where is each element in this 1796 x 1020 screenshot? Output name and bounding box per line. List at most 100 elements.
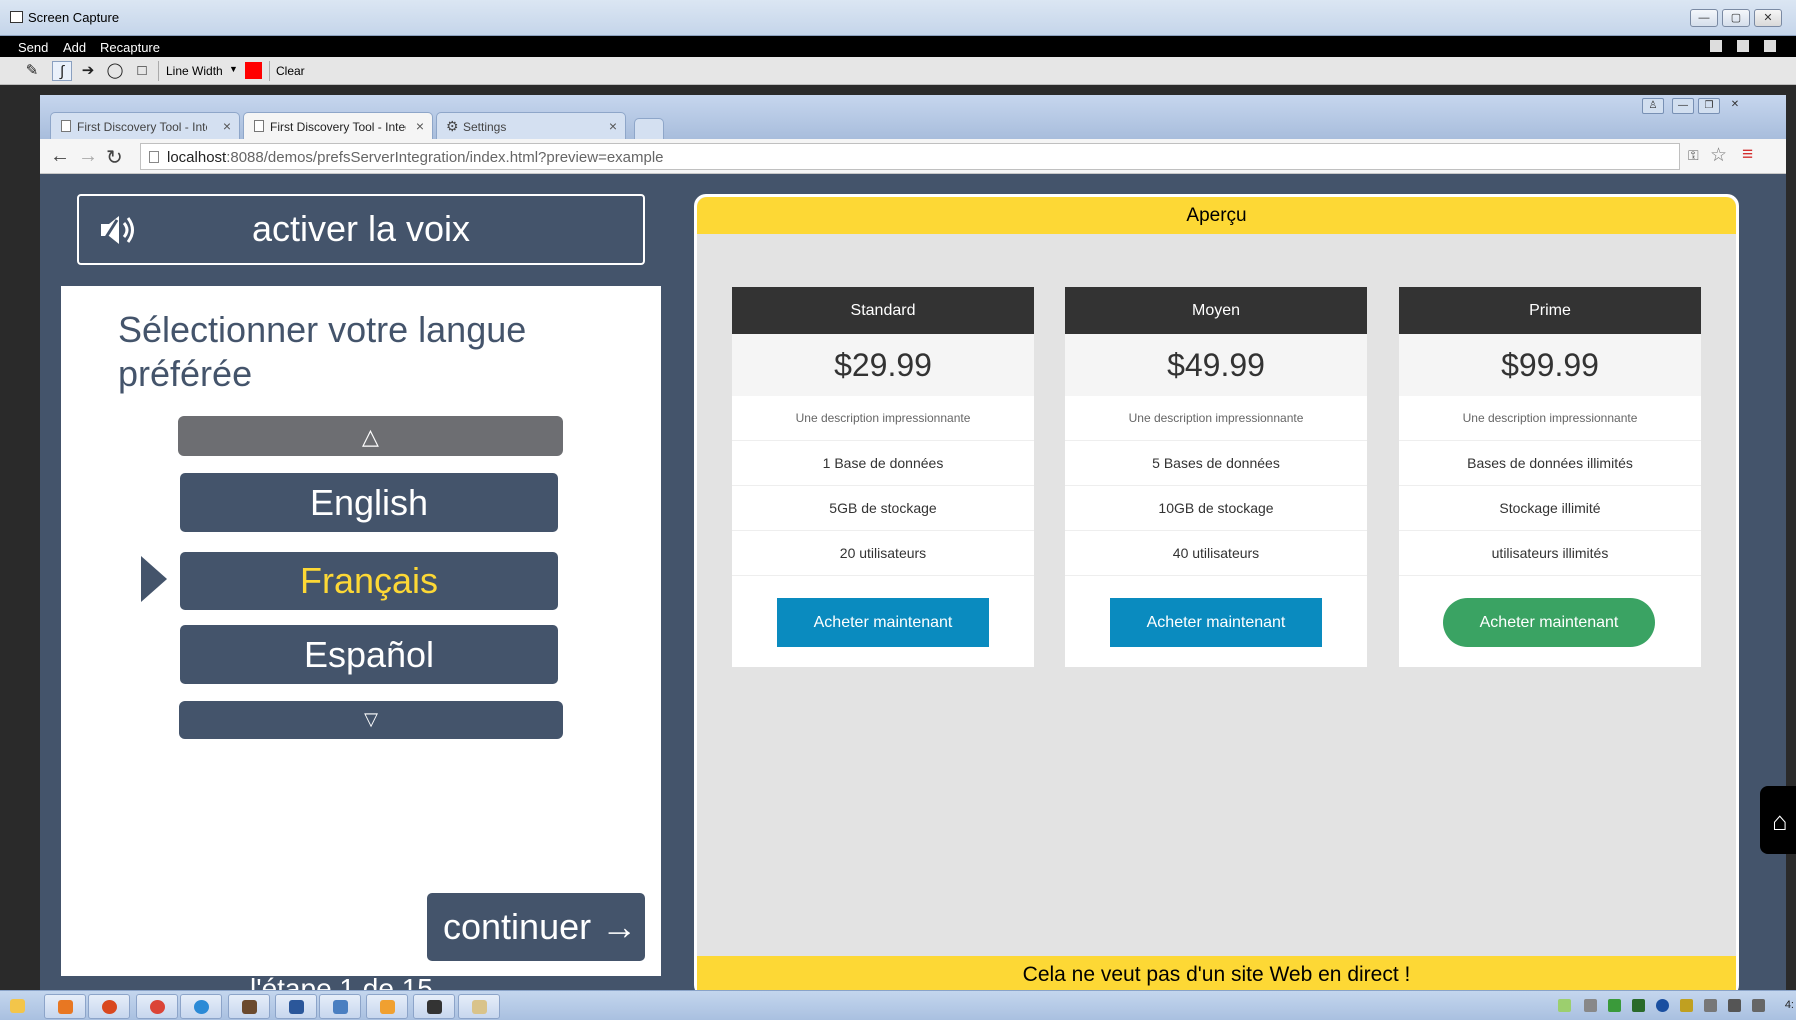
taskbar: 4: [0, 990, 1796, 1020]
tab-label: Settings [463, 120, 507, 134]
menu-send[interactable]: Send [18, 40, 48, 55]
page-icon [61, 120, 71, 132]
url-text: localhost:8088/demos/prefsServerIntegrat… [167, 149, 664, 166]
buy-button-prime[interactable]: Acheter maintenant [1443, 598, 1655, 647]
preview-disclaimer: Cela ne veut pas d'un site Web en direct… [1022, 963, 1411, 986]
home-icon: ⌂ [1772, 806, 1788, 836]
browser-close-button[interactable]: ✕ [1724, 98, 1746, 114]
tab-settings[interactable]: ⚙ Settings × [436, 112, 626, 139]
plan-feature: 40 utilisateurs [1065, 531, 1367, 576]
preview-footer: Cela ne veut pas d'un site Web en direct… [697, 956, 1736, 991]
tray-lock-icon[interactable] [1584, 999, 1597, 1012]
preview-title: Aperçu [1186, 205, 1247, 226]
voice-toggle-button[interactable]: activer la voix [77, 194, 645, 265]
language-option-francais[interactable]: Français [180, 552, 558, 610]
language-option-espanol[interactable]: Español [180, 625, 558, 684]
arrow-tool-icon[interactable]: ➔ [78, 61, 98, 81]
profile-icon[interactable]: ♙ [1642, 98, 1664, 114]
tray-icon[interactable] [1704, 999, 1717, 1012]
new-tab-button[interactable] [634, 118, 664, 139]
clock[interactable]: 4: [1785, 999, 1794, 1011]
ie-icon [194, 1000, 209, 1014]
volume-icon[interactable] [1752, 999, 1765, 1012]
taskbar-chrome[interactable] [136, 994, 178, 1019]
plan-feature: 10GB de stockage [1065, 486, 1367, 531]
chevron-down-icon[interactable]: ▼ [229, 64, 238, 74]
close-tab-icon[interactable]: × [609, 118, 617, 134]
taskbar-app-8[interactable] [366, 994, 408, 1019]
tray-icon[interactable] [1680, 999, 1693, 1012]
print-icon[interactable] [1764, 40, 1776, 52]
close-tab-icon[interactable]: × [223, 118, 231, 134]
media-player-icon [58, 1000, 73, 1014]
tray-icon[interactable] [1632, 999, 1645, 1012]
browser-restore-button[interactable]: ❐ [1698, 98, 1720, 114]
tab-first-discovery-2[interactable]: First Discovery Tool - Integ × [243, 112, 433, 139]
tray-icon[interactable] [1608, 999, 1621, 1012]
plan-description: Une description impressionnante [1065, 396, 1367, 441]
rectangle-tool-icon[interactable]: □ [132, 61, 152, 81]
url-path: :8088/demos/prefsServerIntegration/index… [226, 149, 664, 166]
taskbar-word[interactable] [275, 994, 317, 1019]
continue-text: continuer [443, 906, 592, 947]
maximize-button[interactable]: ▢ [1722, 9, 1750, 27]
back-arrow-icon[interactable]: ← [50, 145, 70, 168]
language-option-english[interactable]: English [180, 473, 558, 532]
plan-card-moyen: Moyen $49.99 Une description impressionn… [1065, 287, 1367, 667]
page-info-icon [149, 151, 159, 163]
menu-add[interactable]: Add [63, 40, 86, 55]
language-heading: Sélectionner votre langue préférée [118, 309, 527, 394]
chrome-icon [150, 1000, 165, 1014]
taskbar-firefox[interactable] [88, 994, 130, 1019]
buy-button-standard[interactable]: Acheter maintenant [777, 598, 989, 647]
buy-button-moyen[interactable]: Acheter maintenant [1110, 598, 1322, 647]
address-bar-row: ← → ↻ localhost:8088/demos/prefsServerIn… [40, 139, 1786, 174]
plan-description: Une description impressionnante [732, 396, 1034, 441]
tab-first-discovery-1[interactable]: First Discovery Tool - Integ × [50, 112, 240, 139]
network-icon[interactable] [1728, 999, 1741, 1012]
reload-icon[interactable]: ↻ [106, 145, 123, 170]
line-width-dropdown[interactable]: Line Width [166, 64, 223, 78]
color-swatch[interactable] [245, 62, 262, 79]
taskbar-screen-capture[interactable] [458, 994, 500, 1019]
tab-strip: First Discovery Tool - Integ × First Dis… [40, 95, 1786, 139]
new-document-icon[interactable] [1710, 40, 1722, 52]
menu-recapture[interactable]: Recapture [100, 40, 160, 55]
clear-button[interactable]: Clear [276, 64, 305, 78]
translate-icon[interactable]: ⚿ [1688, 147, 1699, 164]
save-icon[interactable] [1737, 40, 1749, 52]
taskbar-app-5[interactable] [228, 994, 270, 1019]
plan-price: $29.99 [732, 334, 1034, 396]
tab-label: First Discovery Tool - Integ [270, 120, 406, 134]
menu-icon[interactable]: ≡ [1742, 144, 1753, 166]
close-button[interactable]: ✕ [1754, 9, 1782, 27]
capture-title-bar: Screen Capture — ▢ ✕ [0, 0, 1796, 36]
app-icon [333, 1000, 348, 1014]
ellipse-tool-icon[interactable]: ◯ [105, 61, 125, 81]
plan-name: Prime [1399, 287, 1701, 334]
continue-button[interactable]: continuer → [427, 893, 645, 961]
continue-label: continuer → [443, 906, 637, 948]
start-icon [10, 999, 25, 1013]
taskbar-app-7[interactable] [319, 994, 361, 1019]
start-button[interactable] [2, 994, 32, 1019]
pen-tool-icon[interactable]: ✎ [22, 61, 42, 81]
url-host: localhost [167, 149, 227, 166]
tray-icon[interactable] [1558, 999, 1571, 1012]
bookmark-star-icon[interactable]: ☆ [1710, 144, 1727, 167]
toolbar-divider [158, 61, 159, 81]
minimize-button[interactable]: — [1690, 9, 1718, 27]
url-field[interactable]: localhost:8088/demos/prefsServerIntegrat… [140, 143, 1680, 170]
freehand-tool-icon[interactable]: ∫ [52, 61, 72, 81]
plan-feature: Stockage illimité [1399, 486, 1701, 531]
home-widget-button[interactable]: ⌂ [1760, 786, 1796, 854]
taskbar-media-player[interactable] [44, 994, 86, 1019]
scroll-down-button[interactable]: ▽ [179, 701, 563, 739]
bluetooth-icon[interactable] [1656, 999, 1669, 1012]
taskbar-app-9[interactable] [413, 994, 455, 1019]
close-tab-icon[interactable]: × [416, 118, 424, 134]
browser-minimize-button[interactable]: — [1672, 98, 1694, 114]
taskbar-ie[interactable] [180, 994, 222, 1019]
forward-arrow-icon[interactable]: → [78, 145, 98, 168]
scroll-up-button[interactable]: △ [178, 416, 563, 456]
